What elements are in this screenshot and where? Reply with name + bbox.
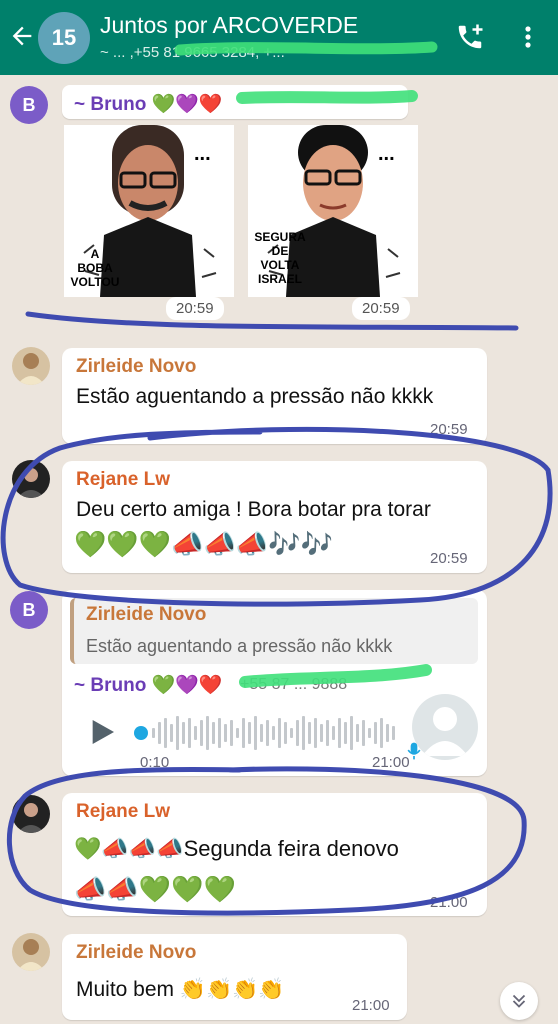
message-bubble[interactable]: Rejane Lw Deu certo amiga ! Bora botar p… (62, 461, 487, 573)
wave-bar (392, 726, 395, 740)
wave-bar (152, 728, 155, 738)
wave-bar (350, 716, 353, 750)
avatar-rejane[interactable] (12, 460, 50, 498)
wave-bar (308, 722, 311, 744)
group-participants[interactable]: ~ ... ,+55 81 9665 3284, +... (100, 44, 430, 61)
wave-bar (176, 716, 179, 750)
message-time: 20:59 (352, 297, 410, 320)
message-bubble[interactable]: Zirleide Novo Estão aguentando a pressão… (62, 348, 487, 444)
message-emojis: 📣📣💚💚💚 (74, 874, 236, 904)
message-bubble[interactable]: Zirleide Novo Muito bem 👏👏👏👏 21:00 (62, 934, 407, 1020)
sender-tag-bubble: ~ Bruno 💚💜❤️ (62, 85, 408, 119)
chat-area[interactable]: B ~ Bruno 💚💜❤️ ... A BOBA VOLTOU ... SEG (0, 75, 558, 1024)
wave-bar (278, 718, 281, 748)
wave-bar (332, 726, 335, 740)
sender-name: Rejane Lw (76, 801, 170, 822)
avatar-bruno[interactable]: B (10, 86, 48, 124)
group-avatar[interactable]: 15 (38, 12, 90, 64)
wave-bar (314, 718, 317, 748)
wave-bar (260, 724, 263, 742)
wave-bar (320, 724, 323, 742)
wave-bar (200, 720, 203, 746)
scroll-to-bottom-button[interactable] (500, 982, 538, 1020)
message-text: Deu certo amiga ! Bora botar pra torar (76, 498, 431, 521)
message-time: 21:00 (430, 894, 468, 911)
sender-name: Zirleide Novo (76, 942, 197, 963)
message-time: 20:59 (430, 550, 468, 567)
sender-name: Zirleide Novo (76, 356, 197, 377)
more-options-icon[interactable] (516, 22, 540, 52)
voice-message-bubble[interactable]: Zirleide Novo Estão aguentando a pressão… (62, 590, 487, 776)
wave-bar (326, 720, 329, 746)
wave-bar (188, 718, 191, 748)
avatar-zirleide[interactable] (12, 347, 50, 385)
avatar-rejane[interactable] (12, 795, 50, 833)
wave-bar (158, 722, 161, 744)
group-avatar-text: 15 (51, 25, 77, 50)
message-text: 💚📣📣📣Segunda feira denovo (74, 836, 399, 861)
message-time: 20:59 (166, 297, 224, 320)
wave-bar (344, 722, 347, 744)
wave-bar (374, 722, 377, 744)
wave-bar (362, 720, 365, 746)
avatar-bruno[interactable]: B (10, 591, 48, 629)
wave-bar (368, 728, 371, 738)
group-title[interactable]: Juntos por ARCOVERDE (100, 12, 358, 39)
sticker-dots: ... (378, 143, 395, 165)
wave-bar (224, 724, 227, 742)
message-time: 21:00 (352, 997, 390, 1014)
wave-bar (338, 718, 341, 748)
sticker-caption: SEGURA DE VOLTA ISRAEL (254, 230, 306, 286)
message-text: Estão aguentando a pressão não kkkk (76, 385, 434, 408)
sticker-segura-de-volta[interactable]: ... SEGURA DE VOLTA ISRAEL (248, 125, 418, 297)
wave-bar (290, 728, 293, 738)
sender-name: Rejane Lw (76, 469, 170, 490)
wave-bar (248, 722, 251, 744)
mic-icon (407, 742, 421, 760)
wave-bar (302, 716, 305, 750)
message-text: Muito bem 👏👏👏👏 (76, 978, 285, 1001)
sender-phone: +55 87 ... 9888 (240, 676, 348, 693)
message-emojis: 💚💚💚📣📣📣🎶🎶 (74, 529, 333, 559)
sticker-boba-voltou[interactable]: ... A BOBA VOLTOU (64, 125, 234, 297)
double-chevron-down-icon (512, 994, 526, 1008)
wave-bar (170, 724, 173, 742)
message-bubble[interactable]: Rejane Lw 💚📣📣📣Segunda feira denovo 📣📣💚💚💚… (62, 793, 487, 916)
wave-bar (296, 720, 299, 746)
sticker-dots: ... (194, 143, 211, 165)
message-time: 20:59 (430, 421, 468, 438)
wave-bar (230, 720, 233, 746)
wave-bar (236, 728, 239, 738)
wave-bar (272, 726, 275, 740)
avatar-letter: B (22, 94, 36, 115)
wave-bar (212, 722, 215, 744)
sticker-caption: A BOBA VOLTOU (70, 247, 120, 289)
avatar-letter: B (22, 599, 36, 620)
audio-waveform[interactable] (152, 712, 402, 752)
back-arrow-icon[interactable] (8, 22, 36, 50)
wave-bar (380, 718, 383, 748)
play-icon[interactable] (86, 716, 118, 748)
audio-seek-dot[interactable] (134, 726, 148, 740)
wave-bar (386, 724, 389, 742)
audio-duration: 0:10 (140, 754, 170, 771)
wave-bar (164, 718, 167, 748)
avatar-zirleide[interactable] (12, 933, 50, 971)
wave-bar (254, 716, 257, 750)
wave-bar (218, 718, 221, 748)
wave-bar (206, 716, 209, 750)
sender-name: ~ Bruno 💚💜❤️ (74, 675, 223, 696)
chat-header: 15 Juntos por ARCOVERDE ~ ... ,+55 81 96… (0, 0, 558, 75)
wave-bar (182, 722, 185, 744)
sender-name: ~ Bruno 💚💜❤️ (74, 94, 223, 115)
wave-bar (242, 718, 245, 748)
wave-bar (194, 726, 197, 740)
wave-bar (266, 720, 269, 746)
wave-bar (356, 724, 359, 742)
quoted-sender: Zirleide Novo (86, 604, 207, 625)
wave-bar (284, 722, 287, 744)
add-call-icon[interactable] (455, 22, 485, 52)
quoted-text: Estão aguentando a pressão não kkkk (86, 636, 393, 656)
quoted-message[interactable]: Zirleide Novo Estão aguentando a pressão… (70, 598, 478, 664)
